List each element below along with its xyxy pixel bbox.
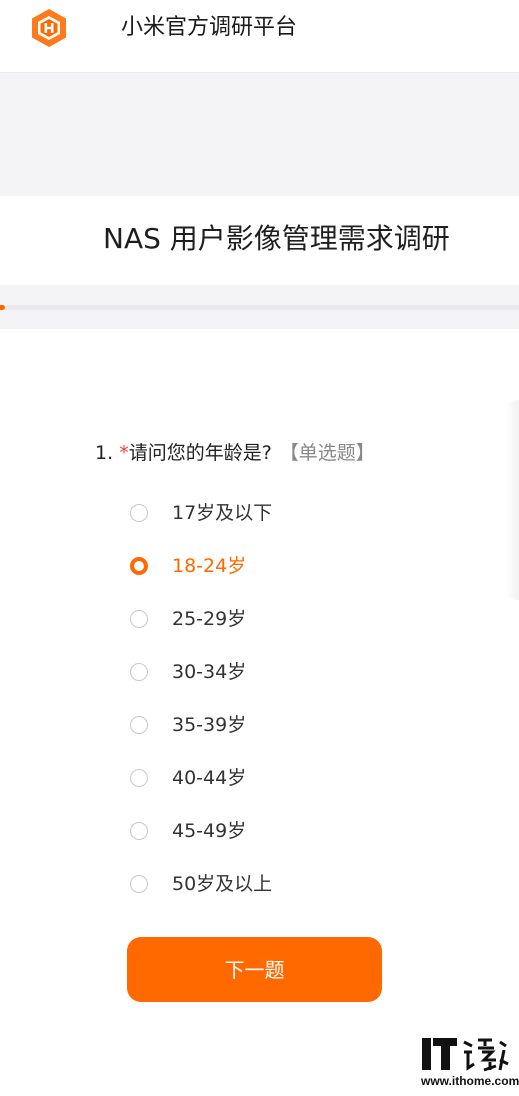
question-number: 1. — [95, 442, 114, 464]
side-panel-edge — [505, 400, 519, 600]
required-mark: * — [119, 442, 129, 464]
radio-unchecked-icon[interactable] — [130, 822, 148, 840]
radio-unchecked-icon[interactable] — [130, 504, 148, 522]
option-label: 25-29岁 — [172, 608, 247, 630]
answer-option[interactable]: 45-49岁 — [130, 805, 460, 858]
progress-bar — [0, 305, 519, 310]
answer-option[interactable]: 17岁及以下 — [130, 487, 460, 540]
radio-unchecked-icon[interactable] — [130, 716, 148, 734]
option-label: 18-24岁 — [172, 555, 247, 577]
question-title: 1. *请问您的年龄是? 【单选题】 — [95, 438, 375, 468]
answer-option[interactable]: 35-39岁 — [130, 699, 460, 752]
radio-unchecked-icon[interactable] — [130, 610, 148, 628]
question-text: 请问您的年龄是? — [128, 442, 272, 464]
progress-section — [0, 285, 519, 329]
top-header: 小米官方调研平台 — [0, 0, 519, 73]
answer-option[interactable]: 40-44岁 — [130, 752, 460, 805]
answer-option[interactable]: 25-29岁 — [130, 593, 460, 646]
watermark-url: www.ithome.com — [421, 1074, 519, 1088]
option-label: 50岁及以上 — [172, 873, 273, 895]
option-list: 17岁及以下 18-24岁 25-29岁 30-34岁 35-39岁 40-44岁 45-4… — [130, 487, 460, 911]
answer-option[interactable]: 18-24岁 — [130, 540, 460, 593]
next-question-button[interactable]: 下一题 — [127, 937, 382, 1002]
option-label: 17岁及以下 — [172, 502, 273, 524]
question-type-tag: 【单选题】 — [279, 442, 375, 464]
radio-unchecked-icon[interactable] — [130, 663, 148, 681]
progress-fill — [0, 305, 6, 310]
radio-unchecked-icon[interactable] — [130, 769, 148, 787]
ithome-watermark-logo — [422, 1038, 509, 1072]
option-label: 35-39岁 — [172, 714, 247, 736]
radio-checked-icon[interactable] — [130, 557, 148, 575]
option-label: 30-34岁 — [172, 661, 247, 683]
radio-unchecked-icon[interactable] — [130, 875, 148, 893]
survey-title-section: NAS 用户影像管理需求调研 — [0, 196, 519, 285]
option-label: 40-44岁 — [172, 767, 247, 789]
option-label: 45-49岁 — [172, 820, 247, 842]
hexagon-h-logo-icon[interactable] — [29, 8, 69, 48]
answer-option[interactable]: 30-34岁 — [130, 646, 460, 699]
answer-option[interactable]: 50岁及以上 — [130, 858, 460, 911]
site-title: 小米官方调研平台 — [121, 15, 298, 40]
banner-area — [0, 73, 519, 196]
survey-title: NAS 用户影像管理需求调研 — [103, 222, 450, 255]
